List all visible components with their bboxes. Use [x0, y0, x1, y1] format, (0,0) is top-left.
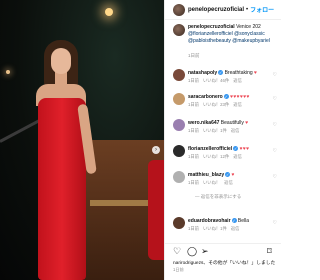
comment-like-icon[interactable]: ♡	[273, 72, 277, 78]
face	[51, 48, 71, 74]
avatar[interactable]	[173, 93, 185, 105]
lamp-light	[6, 70, 10, 74]
heart-icon[interactable]: ♡	[173, 246, 181, 256]
comment-like-icon[interactable]: ♡	[273, 174, 277, 180]
comment-text-line: eduardobravohair ✓ Bella	[188, 218, 270, 225]
follow-button[interactable]: フォロー	[250, 5, 274, 14]
caption-text: penelopecruzoficial Venice 202 @florianz…	[188, 24, 280, 45]
comment-username[interactable]: eduardobravohair	[188, 218, 231, 224]
comment-text-line: natashapoly ✓ Breathtaking ♥	[188, 70, 270, 77]
separator-dot: •	[246, 6, 249, 13]
verified-badge-icon: ✓	[233, 146, 239, 152]
post-side-panel: penelopecruzoficial • フォロー penelopecruzo…	[164, 0, 281, 280]
comment-meta: 1日前 いいね！12件 返信	[188, 154, 246, 160]
comment-row: matthieu_blazy ✓ ♥ 1日前 いいね！ 返信 ♡	[165, 170, 281, 192]
comment-meta: 1日前 いいね！23件 返信	[188, 102, 246, 108]
reply-button[interactable]: 返信	[233, 102, 242, 107]
lamp-light	[105, 8, 113, 16]
comment-username[interactable]: wero.nika647	[188, 120, 219, 126]
verified-badge-icon: ✓	[231, 218, 237, 224]
comment-time: 1日前	[188, 102, 199, 107]
verified-badge-icon: ✓	[225, 172, 231, 178]
post-caption: penelopecruzoficial Venice 202 @florianz…	[165, 22, 281, 62]
comment-like-icon[interactable]: ♡	[273, 220, 277, 226]
comment-row: florianzellerofficiel ✓ ♥♥♥ 1日前 いいね！12件 返信 ♡	[165, 144, 281, 166]
comment-text: Beautifully	[220, 120, 244, 126]
comment-text: Bella	[237, 218, 250, 224]
comment-text-line: saracarbonero ✓ ♥♥♥♥♥♥	[188, 94, 270, 101]
comment-username[interactable]: matthieu_blazy	[188, 172, 224, 178]
comment-like-icon[interactable]: ♡	[273, 122, 277, 128]
avatar[interactable]	[173, 145, 185, 157]
reply-button[interactable]: 返信	[231, 226, 240, 231]
comment-time: 1日前	[188, 180, 199, 185]
comment-text-line: wero.nika647 Beautifully ♥	[188, 120, 270, 127]
post-photo[interactable]: ›	[0, 0, 164, 280]
carousel-next-icon[interactable]: ›	[152, 146, 160, 154]
avatar[interactable]	[173, 24, 185, 36]
bookmark-icon[interactable]: ⌑	[267, 246, 272, 256]
comment-meta: 1日前 いいね！1件 返信	[188, 128, 243, 134]
comment-username[interactable]: saracarbonero	[188, 94, 223, 100]
avatar[interactable]	[173, 69, 185, 81]
comment-likes[interactable]: いいね！46件	[203, 78, 229, 83]
comment-meta: 1日前 いいね！1件 返信	[188, 226, 243, 232]
red-seat	[148, 160, 164, 260]
comment-text: Breathtaking	[224, 70, 253, 76]
header-username[interactable]: penelopecruzoficial	[188, 7, 244, 13]
comment-text-line: florianzellerofficiel ✓ ♥♥♥	[188, 146, 270, 153]
hide-replies-button[interactable]: — 返信を非表示にする	[195, 194, 241, 200]
comment-meta: 1日前 いいね！46件 返信	[188, 78, 246, 84]
caption-body: Venice 202	[236, 24, 261, 30]
avatar[interactable]	[173, 119, 185, 131]
avatar[interactable]	[173, 3, 185, 16]
heart-emoji: ♥	[254, 70, 258, 76]
comment-likes[interactable]: いいね！23件	[203, 102, 229, 107]
comment-time: 1日前	[188, 226, 199, 231]
reply-button[interactable]: 返信	[233, 154, 242, 159]
comment-likes[interactable]: いいね！12件	[203, 154, 229, 159]
caption-username[interactable]: penelopecruzoficial	[188, 24, 235, 30]
heart-emoji: ♥♥♥	[239, 146, 250, 152]
avatar[interactable]	[173, 171, 185, 183]
avatar[interactable]	[173, 217, 185, 229]
caption-timestamp: 1日前	[188, 53, 200, 58]
comment-username[interactable]: florianzellerofficiel	[188, 146, 232, 152]
share-icon[interactable]: ➢	[201, 246, 209, 256]
woman-in-red-dress	[28, 40, 98, 280]
reply-button[interactable]: 返信	[233, 78, 242, 83]
comment-icon[interactable]: ◯	[187, 246, 197, 256]
comment-like-icon[interactable]: ♡	[273, 96, 277, 102]
likes-summary[interactable]: narirodriguezs、その他が「いいね！」しました	[173, 259, 275, 266]
comment-likes[interactable]: いいね！1件	[203, 226, 227, 231]
post-header: penelopecruzoficial • フォロー	[165, 0, 281, 20]
reply-button[interactable]: 返信	[224, 180, 233, 185]
red-dress	[38, 98, 86, 280]
comment-time: 1日前	[188, 154, 199, 159]
comment-username[interactable]: natashapoly	[188, 70, 217, 76]
heart-emoji: ♥	[245, 120, 249, 126]
comment-text-line: matthieu_blazy ✓ ♥	[188, 172, 270, 179]
caption-tags-line-2[interactable]: @pabloisthebeauty @makeupbyariel	[188, 38, 270, 44]
comment-meta: 1日前 いいね！ 返信	[188, 180, 237, 186]
comment-time: 1日前	[188, 128, 199, 133]
reply-button[interactable]: 返信	[231, 128, 240, 133]
caption-tags-line-1[interactable]: @florianzellerofficiel @sonyclassic	[188, 31, 265, 37]
comment-likes[interactable]: いいね！1件	[203, 128, 227, 133]
verified-badge-icon: ✓	[218, 70, 224, 76]
comment-like-icon[interactable]: ♡	[273, 148, 277, 154]
heart-emoji: ♥	[231, 172, 235, 178]
verified-badge-icon: ✓	[223, 94, 229, 100]
comment-row: natashapoly ✓ Breathtaking ♥ 1日前 いいね！46件 返信 ♡	[165, 68, 281, 90]
post-date: 1日前	[173, 267, 184, 272]
comment-likes[interactable]: いいね！	[203, 180, 220, 185]
comment-row: eduardobravohair ✓ Bella 1日前 いいね！1件 返信 ♡	[165, 216, 281, 238]
heart-emoji: ♥♥♥♥♥♥	[230, 94, 250, 100]
comment-row: saracarbonero ✓ ♥♥♥♥♥♥ 1日前 いいね！23件 返信 ♡	[165, 92, 281, 114]
comment-row: wero.nika647 Beautifully ♥ 1日前 いいね！1件 返信 ♡	[165, 118, 281, 140]
action-bar: ♡ ◯ ➢ ⌑	[165, 243, 281, 256]
comment-time: 1日前	[188, 78, 199, 83]
